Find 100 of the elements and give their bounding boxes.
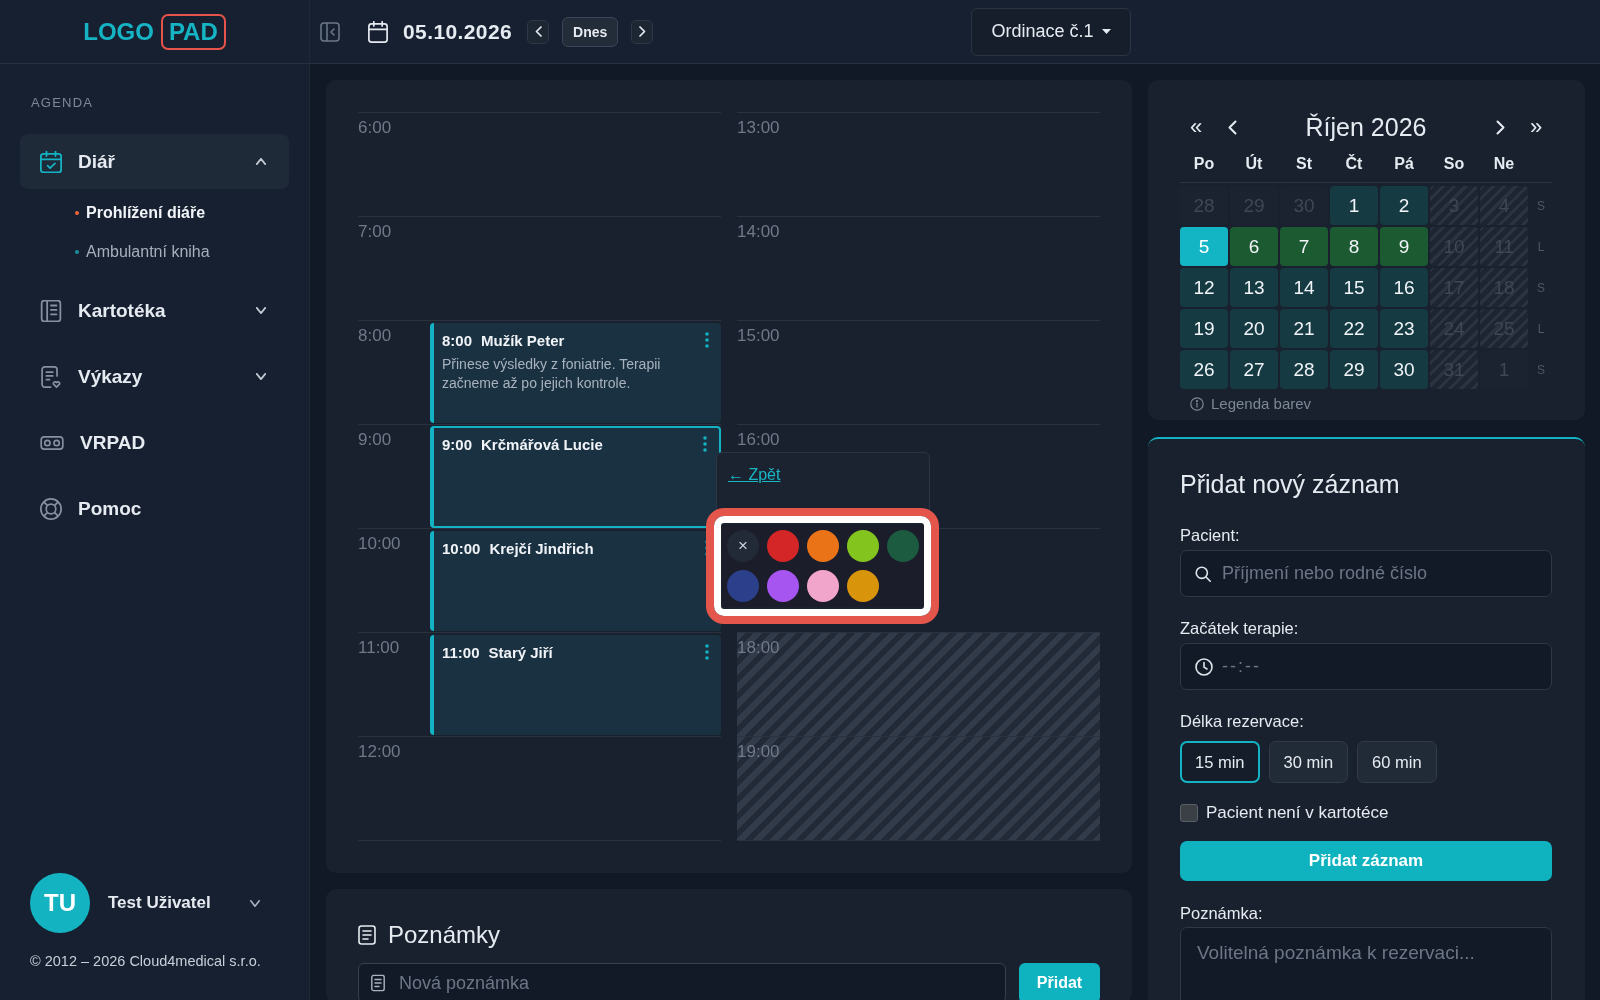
room-dropdown[interactable]: Ordinace č.1 [971,7,1131,56]
sidebar-toggle-icon[interactable] [320,21,340,42]
time-label: 13:00 [737,118,780,137]
patient-name: Krejčí Jindřich [489,539,594,557]
duration-option[interactable]: 15 min [1180,741,1260,783]
calendar-day[interactable]: 21 [1280,309,1328,348]
previous-day-button[interactable] [527,19,550,44]
more-vertical-icon[interactable] [705,644,709,660]
appointment-card[interactable]: 11:00 Starý Jiří [430,635,721,735]
document-heart-icon [40,365,62,388]
month-title: Říjen 2026 [1304,112,1428,142]
calendar-day[interactable]: 27 [1230,350,1278,389]
weekday-label: Pá [1394,155,1414,173]
patient-name: Mužík Peter [481,331,565,349]
calendar-day[interactable]: 12 [1180,268,1228,307]
calendar-day[interactable]: 2 [1380,186,1428,225]
time-field[interactable]: --:-- [1180,643,1552,690]
calendar-day[interactable]: 6 [1230,227,1278,266]
color-swatch-icon[interactable] [887,530,919,562]
checkbox-label[interactable]: Pacient není v kartotéce [1206,803,1389,823]
previous-year-button[interactable]: « [1180,111,1212,143]
color-swatch-icon[interactable] [727,570,759,602]
calendar-day[interactable]: 29 [1330,350,1378,389]
time-label: 16:00 [737,430,780,449]
calendar-check-icon [40,150,62,173]
form-title: Přidat nový záznam [1180,469,1400,500]
more-vertical-icon[interactable] [703,436,707,452]
duration-option[interactable]: 30 min [1268,741,1349,783]
calendar-day[interactable]: 28 [1280,350,1328,389]
time-label: 18:00 [737,638,780,657]
chevron-down-icon[interactable] [249,899,261,907]
calendar-day[interactable]: 16 [1380,268,1428,307]
legend-link[interactable]: Legenda barev [1211,395,1312,412]
calendar-day[interactable]: 22 [1330,309,1378,348]
color-swatch-icon[interactable] [807,530,839,562]
calendar-day[interactable]: 13 [1230,268,1278,307]
appointment-time: 8:00 [442,331,473,349]
more-vertical-icon[interactable] [705,332,709,348]
back-link[interactable]: ← Zpět [728,465,781,485]
time-label: 14:00 [737,222,780,241]
color-swatch-icon[interactable] [847,570,879,602]
calendar-day[interactable]: 30 [1380,350,1428,389]
nav-item[interactable]: VRPAD [20,415,289,470]
logo-text: LOGO [83,17,154,46]
time-label: 19:00 [737,742,780,761]
calendar-day[interactable]: 19 [1180,309,1228,348]
search-icon [1195,565,1211,582]
calendar-day[interactable]: 8 [1330,227,1378,266]
more-vertical-icon[interactable] [705,540,709,556]
nav-item[interactable]: Výkazy [20,349,289,404]
appointment-card[interactable]: 9:00 Krčmářová Lucie [430,426,721,528]
calendar-day[interactable]: 1 [1330,186,1378,225]
appointment-time: 11:00 [442,643,480,661]
user-name[interactable]: Test Uživatel [108,893,211,913]
notebook-icon [40,299,62,322]
field-label: Délka rezervace: [1180,711,1304,731]
section-title: Poznámky [388,920,501,950]
color-swatch-icon[interactable] [807,570,839,602]
time-label: 9:00 [358,430,392,449]
next-year-button[interactable]: » [1520,111,1552,143]
weekday-label: Po [1193,155,1215,173]
appointment-card[interactable]: 10:00 Krejčí Jindřich [430,531,721,631]
nav-item[interactable]: Pomoc [20,481,289,536]
calendar-day[interactable]: 26 [1180,350,1228,389]
patient-search-field[interactable]: Příjmení nebo rodné číslo [1180,550,1552,597]
chevron-right-icon [1495,119,1505,135]
calendar-day[interactable]: 9 [1380,227,1428,266]
no-color-button[interactable]: × [727,530,759,562]
nav-subitem[interactable]: Prohlížení diáře [75,193,206,232]
weekday-label: St [1296,155,1312,173]
note-textarea[interactable]: Volitelná poznámka k rezervaci... [1180,927,1552,1000]
patient-name: Krčmářová Lucie [481,435,603,453]
bullet-dot-icon [75,249,79,254]
nav-item[interactable]: Kartotéka [20,283,289,338]
weekday-label: So [1443,155,1465,173]
checkbox[interactable] [1180,804,1198,822]
lifebuoy-icon [40,497,62,520]
color-swatch-icon[interactable] [847,530,879,562]
color-swatch-icon[interactable] [767,570,799,602]
calendar-day[interactable]: 14 [1280,268,1328,307]
appointment-card[interactable]: 8:00 Mužík Peter Přinese výsledky z foniatrie. Terapii začneme až po jejich kontrole. [430,323,721,423]
section-label: AGENDA [30,95,94,111]
duration-option[interactable]: 60 min [1357,741,1437,783]
calendar-day[interactable]: 20 [1230,309,1278,348]
calendar-day[interactable]: 15 [1330,268,1378,307]
calendar-day[interactable]: 7 [1280,227,1328,266]
color-swatch-icon[interactable] [767,530,799,562]
appointment-time: 9:00 [442,435,473,453]
calendar-day[interactable]: 23 [1380,309,1428,348]
nav-subitem[interactable]: Ambulantní kniha [75,232,210,271]
patient-name: Starý Jiří [488,643,553,661]
next-day-button[interactable] [631,19,654,44]
clock-icon [1195,657,1213,676]
note-input-field[interactable]: Nová poznámka [358,963,1006,1000]
info-icon [1190,396,1204,411]
time-label: 11:00 [358,638,400,657]
time-label: 6:00 [358,118,392,137]
nav-item[interactable]: Diář [20,134,289,189]
time-label: 12:00 [358,742,401,761]
today-button[interactable]: Dnes [562,16,619,47]
